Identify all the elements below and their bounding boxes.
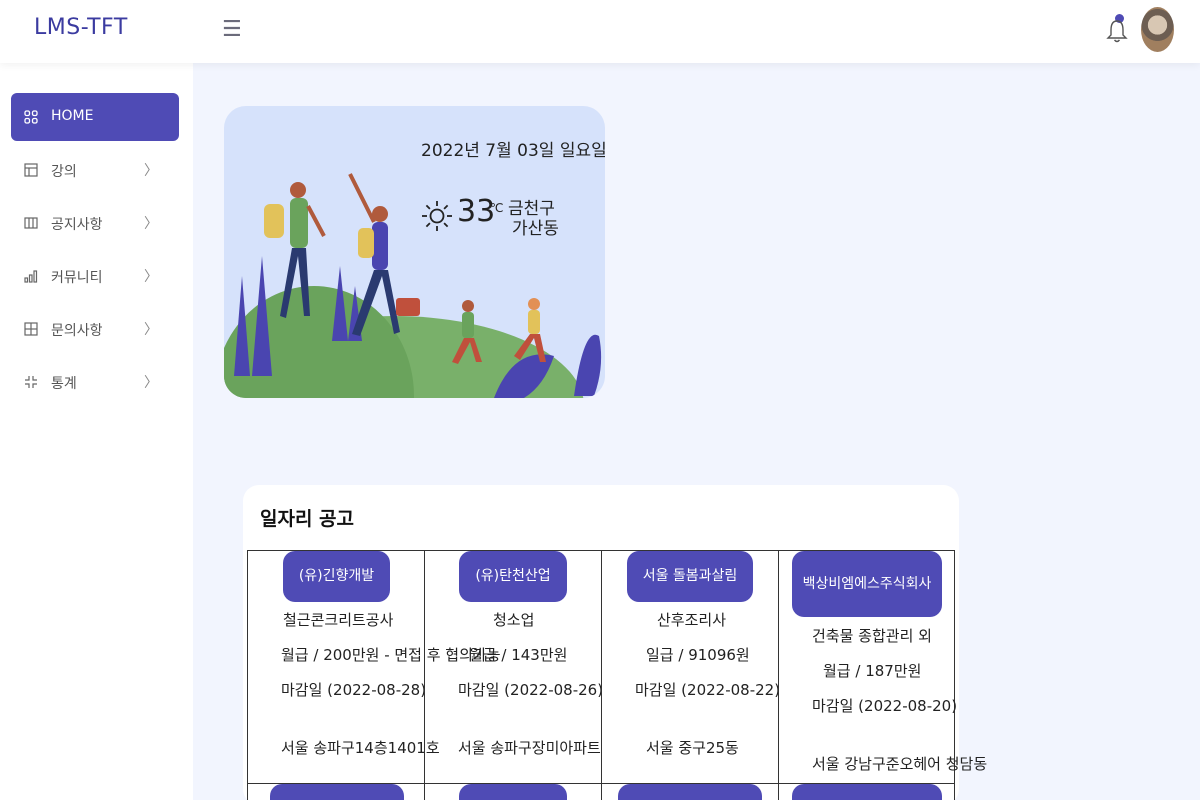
temperature-unit: ℃ xyxy=(490,201,504,215)
bar-chart-icon xyxy=(24,270,38,283)
company-button[interactable]: 백상비엠에스주식회사 xyxy=(792,551,942,617)
sidebar-item-inquiry[interactable]: 문의사항 〉 xyxy=(11,305,179,353)
sidebar-item-label: 공지사항 xyxy=(51,217,103,233)
job-postings-grid: (유)긴향개발 철근콘크리트공사 월급 / 200만원 - 면접 후 협의가능 … xyxy=(247,550,987,800)
job-posting: 서울 돌봄과살림 산후조리사 일급 / 91096원 마감일 (2022-08-… xyxy=(601,551,781,784)
bell-icon[interactable] xyxy=(1106,18,1128,44)
sidebar-item-label: 통계 xyxy=(51,376,77,392)
job-role: 산후조리사 xyxy=(657,611,727,629)
sidebar-item-notice[interactable]: 공지사항 〉 xyxy=(11,199,179,247)
job-deadline: 마감일 (2022-08-20) xyxy=(812,697,958,715)
sidebar-item-label: 문의사항 xyxy=(51,323,103,339)
sidebar-item-label: 커뮤니티 xyxy=(51,270,103,286)
chevron-right-icon: 〉 xyxy=(144,322,158,338)
company-button[interactable] xyxy=(459,784,567,800)
job-posting: 백상비엠에스주식회사 건축물 종합관리 외 월급 / 187만원 마감일 (20… xyxy=(778,551,987,784)
sidebar-item-lecture[interactable]: 강의 〉 xyxy=(11,146,179,194)
job-posting xyxy=(601,784,778,800)
company-button[interactable]: (유)긴향개발 xyxy=(283,551,390,602)
job-role: 철근콘크리트공사 xyxy=(283,611,394,629)
job-pay: 일급 / 91096원 xyxy=(646,646,750,664)
sidebar-item-community[interactable]: 커뮤니티 〉 xyxy=(11,252,179,300)
company-button[interactable] xyxy=(618,784,762,800)
box-grid-icon xyxy=(24,322,38,336)
job-posting xyxy=(424,784,601,800)
section-title: 일자리 공고 xyxy=(260,508,355,530)
company-button[interactable]: (유)탄천산업 xyxy=(459,551,567,602)
chevron-right-icon: 〉 xyxy=(144,375,158,391)
company-button[interactable]: 서울 돌봄과살림 xyxy=(627,551,753,602)
job-deadline: 마감일 (2022-08-22) xyxy=(635,681,781,699)
chevron-right-icon: 〉 xyxy=(144,216,158,232)
job-address: 서울 중구25동 xyxy=(646,739,739,757)
job-posting xyxy=(778,784,955,800)
brand-logo[interactable]: LMS-TFT xyxy=(34,15,128,40)
job-pay: 월급 / 187만원 xyxy=(823,662,922,680)
minimize-icon xyxy=(25,376,37,388)
columns-icon xyxy=(24,217,38,229)
avatar[interactable] xyxy=(1141,7,1174,52)
job-deadline: 마감일 (2022-08-28) xyxy=(281,681,427,699)
job-address: 서울 강남구준오헤어 청담동 xyxy=(812,755,988,773)
sun-icon xyxy=(422,201,452,231)
location-neighborhood: 가산동 xyxy=(512,219,559,239)
job-posting: (유)긴향개발 철근콘크리트공사 월급 / 200만원 - 면접 후 협의가능 … xyxy=(247,551,501,784)
job-postings-card: 일자리 공고 (유)긴향개발 철근콘크리트공사 월급 / 200만원 - 면접 … xyxy=(243,485,987,800)
hamburger-icon[interactable]: ☰ xyxy=(222,17,242,42)
job-role: 건축물 종합관리 외 xyxy=(812,627,932,645)
grid-icon xyxy=(24,110,38,124)
job-address: 서울 송파구14층1401호 xyxy=(281,739,440,757)
job-posting xyxy=(247,784,424,800)
job-posting: (유)탄천산업 청소업 월급 / 143만원 마감일 (2022-08-26) … xyxy=(424,551,604,784)
top-bar: LMS-TFT ☰ xyxy=(0,0,1200,63)
sidebar-item-label: 강의 xyxy=(51,164,77,180)
company-button[interactable] xyxy=(792,784,942,800)
job-pay: 월급 / 143만원 xyxy=(469,646,568,664)
chevron-right-icon: 〉 xyxy=(144,163,158,179)
weather-card: 2022년 7월 03일 일요일 33 ℃ 금천구 가산동 xyxy=(224,106,605,398)
job-role: 청소업 xyxy=(493,611,535,629)
job-address: 서울 송파구장미아파트 xyxy=(458,739,601,757)
company-button[interactable] xyxy=(270,784,404,800)
sidebar-item-label: HOME xyxy=(51,108,94,124)
sidebar: HOME 강의 〉 공지사항 〉 커뮤니티 〉 문의사항 〉 통계 〉 xyxy=(0,63,193,800)
job-deadline: 마감일 (2022-08-26) xyxy=(458,681,604,699)
weather-date: 2022년 7월 03일 일요일 xyxy=(421,141,605,161)
sidebar-item-home[interactable]: HOME xyxy=(11,93,179,141)
layout-icon xyxy=(24,163,38,177)
sidebar-item-statistics[interactable]: 통계 〉 xyxy=(11,358,179,406)
chevron-right-icon: 〉 xyxy=(144,269,158,285)
